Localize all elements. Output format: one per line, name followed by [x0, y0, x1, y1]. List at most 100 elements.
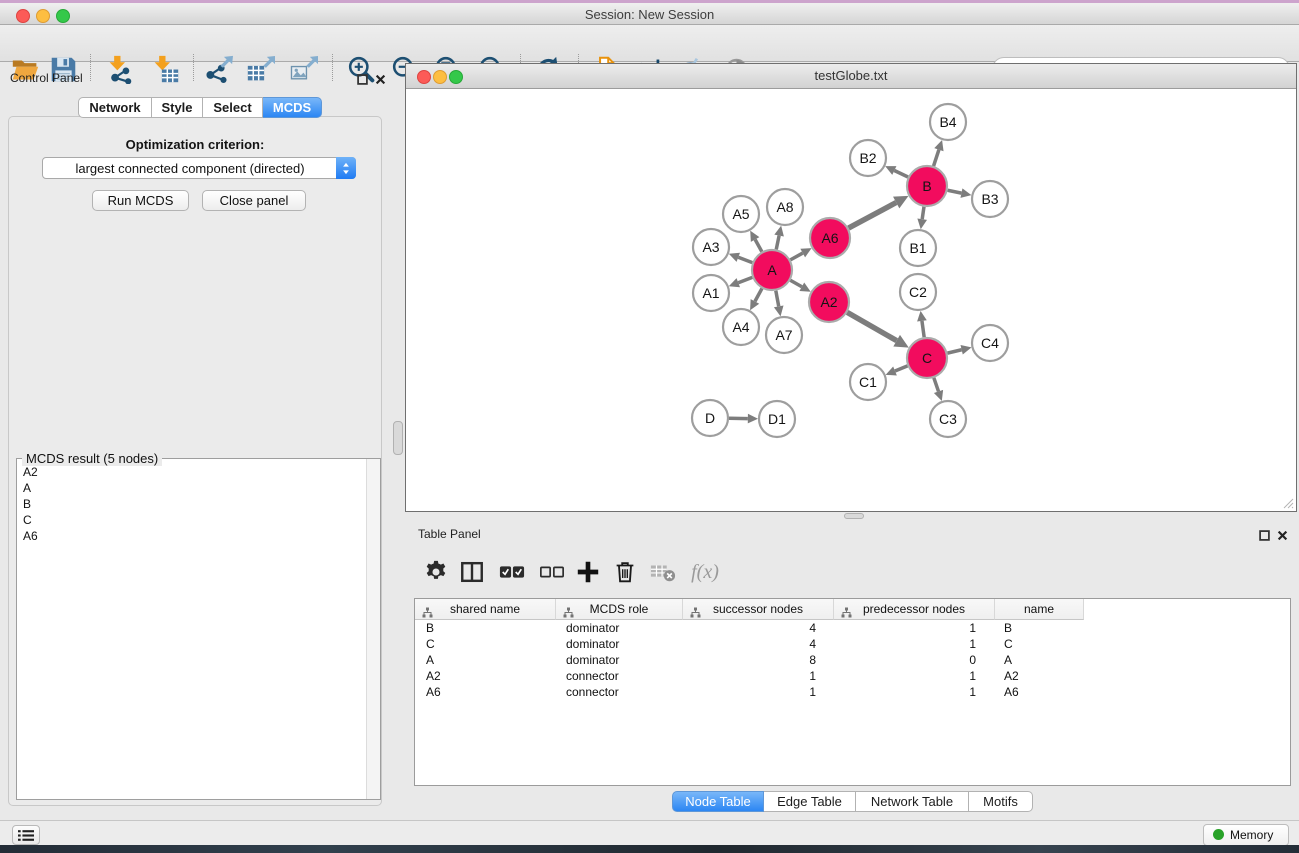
edge-A-A2[interactable]	[790, 280, 810, 291]
add-entry-icon[interactable]	[571, 556, 605, 588]
tab-network[interactable]: Network	[78, 97, 152, 118]
graph-node-A4[interactable]: A4	[723, 309, 759, 345]
memory-button[interactable]: Memory	[1203, 824, 1289, 846]
delete-entry-icon[interactable]	[608, 556, 642, 588]
dropdown-stepper-icon	[336, 157, 356, 179]
edge-A2-C[interactable]	[847, 312, 909, 347]
tab-select[interactable]: Select	[203, 97, 263, 118]
graph-node-C3[interactable]: C3	[930, 401, 966, 437]
fx-label: f(x)	[691, 561, 719, 584]
graph-node-A5[interactable]: A5	[723, 196, 759, 232]
result-item-A6[interactable]: A6	[21, 528, 364, 544]
session-title: Session: New Session	[0, 7, 1299, 22]
edge-A-A1[interactable]	[729, 277, 753, 287]
edge-A-A5[interactable]	[750, 231, 762, 252]
result-item-A2[interactable]: A2	[21, 464, 364, 480]
task-history-button[interactable]	[12, 825, 40, 845]
horizontal-splitter-handle[interactable]	[844, 513, 864, 519]
cell: A6	[415, 684, 555, 700]
tab-mcds[interactable]: MCDS	[263, 97, 322, 118]
column-layout-icon[interactable]	[455, 556, 489, 588]
graph-node-A7[interactable]: A7	[766, 317, 802, 353]
result-item-C[interactable]: C	[21, 512, 364, 528]
column-label: MCDS role	[590, 602, 649, 616]
tab-motifs[interactable]: Motifs	[969, 791, 1033, 812]
edge-A-A7[interactable]	[774, 291, 784, 317]
edge-B-B1[interactable]	[917, 207, 927, 229]
svg-text:A7: A7	[775, 327, 792, 343]
column-header-MCDS-role[interactable]: MCDS role	[556, 599, 683, 620]
column-label: shared name	[450, 602, 520, 616]
graph-node-B2[interactable]: B2	[850, 140, 886, 176]
run-mcds-button[interactable]: Run MCDS	[92, 190, 189, 211]
edge-B-B4[interactable]	[934, 140, 944, 166]
network-canvas[interactable]: B4 B2 B B3 A8 A5 A6 A3 B1 A C2 A1 A2 A4 A7 C4 C C1 C3 D D1	[406, 88, 1296, 511]
graph-node-B4[interactable]: B4	[930, 104, 966, 140]
tab-style[interactable]: Style	[152, 97, 203, 118]
graph-node-C4[interactable]: C4	[972, 325, 1008, 361]
edge-C-C3[interactable]	[934, 378, 943, 401]
column-header-name[interactable]: name	[995, 599, 1084, 620]
close-panel-icon[interactable]	[375, 72, 386, 83]
function-builder-icon[interactable]: f(x)	[688, 556, 722, 588]
svg-text:C: C	[922, 350, 932, 366]
result-item-A[interactable]: A	[21, 480, 364, 496]
criterion-dropdown[interactable]: largest connected component (directed)	[42, 157, 356, 179]
tab-node-table[interactable]: Node Table	[672, 791, 764, 812]
graph-node-B3[interactable]: B3	[972, 181, 1008, 217]
edge-A-A4[interactable]	[750, 288, 762, 310]
result-item-B[interactable]: B	[21, 496, 364, 512]
resize-grip-icon[interactable]	[1283, 498, 1294, 509]
edge-B-B3[interactable]	[948, 188, 972, 198]
graph-node-B[interactable]: B	[907, 166, 947, 206]
status-bar: Memory	[0, 820, 1299, 845]
graph-node-C1[interactable]: C1	[850, 364, 886, 400]
column-header-shared-name[interactable]: shared name	[415, 599, 556, 620]
edge-C-C4[interactable]	[947, 345, 971, 354]
edge-A6-B[interactable]	[849, 196, 909, 228]
table-float-panel-icon[interactable]	[1259, 528, 1270, 539]
column-header-successor-nodes[interactable]: successor nodes	[683, 599, 834, 620]
edge-A-A6[interactable]	[790, 248, 811, 260]
tab-edge-table[interactable]: Edge Table	[764, 791, 856, 812]
cell: B	[991, 620, 1079, 636]
graph-node-C2[interactable]: C2	[900, 274, 936, 310]
column-header-predecessor-nodes[interactable]: predecessor nodes	[834, 599, 995, 620]
table-row-B[interactable]: Bdominator41B	[415, 620, 1290, 636]
table-close-panel-icon[interactable]	[1277, 528, 1288, 539]
result-scrollbar[interactable]	[366, 459, 380, 799]
table-settings-icon[interactable]	[419, 556, 453, 588]
graph-node-A1[interactable]: A1	[693, 275, 729, 311]
svg-text:B3: B3	[981, 191, 998, 207]
graph-node-A3[interactable]: A3	[693, 229, 729, 265]
edge-D-D1[interactable]	[729, 414, 758, 424]
graph-node-A2[interactable]: A2	[809, 282, 849, 322]
select-all-icon[interactable]	[495, 556, 529, 588]
edge-C-C1[interactable]	[886, 366, 908, 376]
table-row-A2[interactable]: A2connector11A2	[415, 668, 1290, 684]
vertical-splitter-handle[interactable]	[393, 421, 403, 455]
table-row-A[interactable]: Adominator80A	[415, 652, 1290, 668]
edge-A-A8[interactable]	[774, 226, 784, 250]
deselect-all-icon[interactable]	[535, 556, 569, 588]
tab-network-table[interactable]: Network Table	[856, 791, 969, 812]
graph-node-B1[interactable]: B1	[900, 230, 936, 266]
float-panel-icon[interactable]	[357, 72, 368, 83]
graph-node-C[interactable]: C	[907, 338, 947, 378]
graph-node-D[interactable]: D	[692, 400, 728, 436]
graph-node-A[interactable]: A	[752, 250, 792, 290]
graph-node-D1[interactable]: D1	[759, 401, 795, 437]
edge-C-C2[interactable]	[917, 311, 927, 337]
graph-node-A8[interactable]: A8	[767, 189, 803, 225]
clear-table-icon[interactable]	[646, 556, 680, 588]
svg-text:A4: A4	[732, 319, 749, 335]
table-row-C[interactable]: Cdominator41C	[415, 636, 1290, 652]
graph-node-A6[interactable]: A6	[810, 218, 850, 258]
svg-text:C1: C1	[859, 374, 877, 390]
edge-A-A3[interactable]	[729, 253, 753, 263]
cell: 1	[831, 668, 991, 684]
close-panel-button[interactable]: Close panel	[202, 190, 306, 211]
svg-text:A8: A8	[776, 199, 793, 215]
table-row-A6[interactable]: A6connector11A6	[415, 684, 1290, 700]
edge-B-B2[interactable]	[885, 166, 908, 177]
